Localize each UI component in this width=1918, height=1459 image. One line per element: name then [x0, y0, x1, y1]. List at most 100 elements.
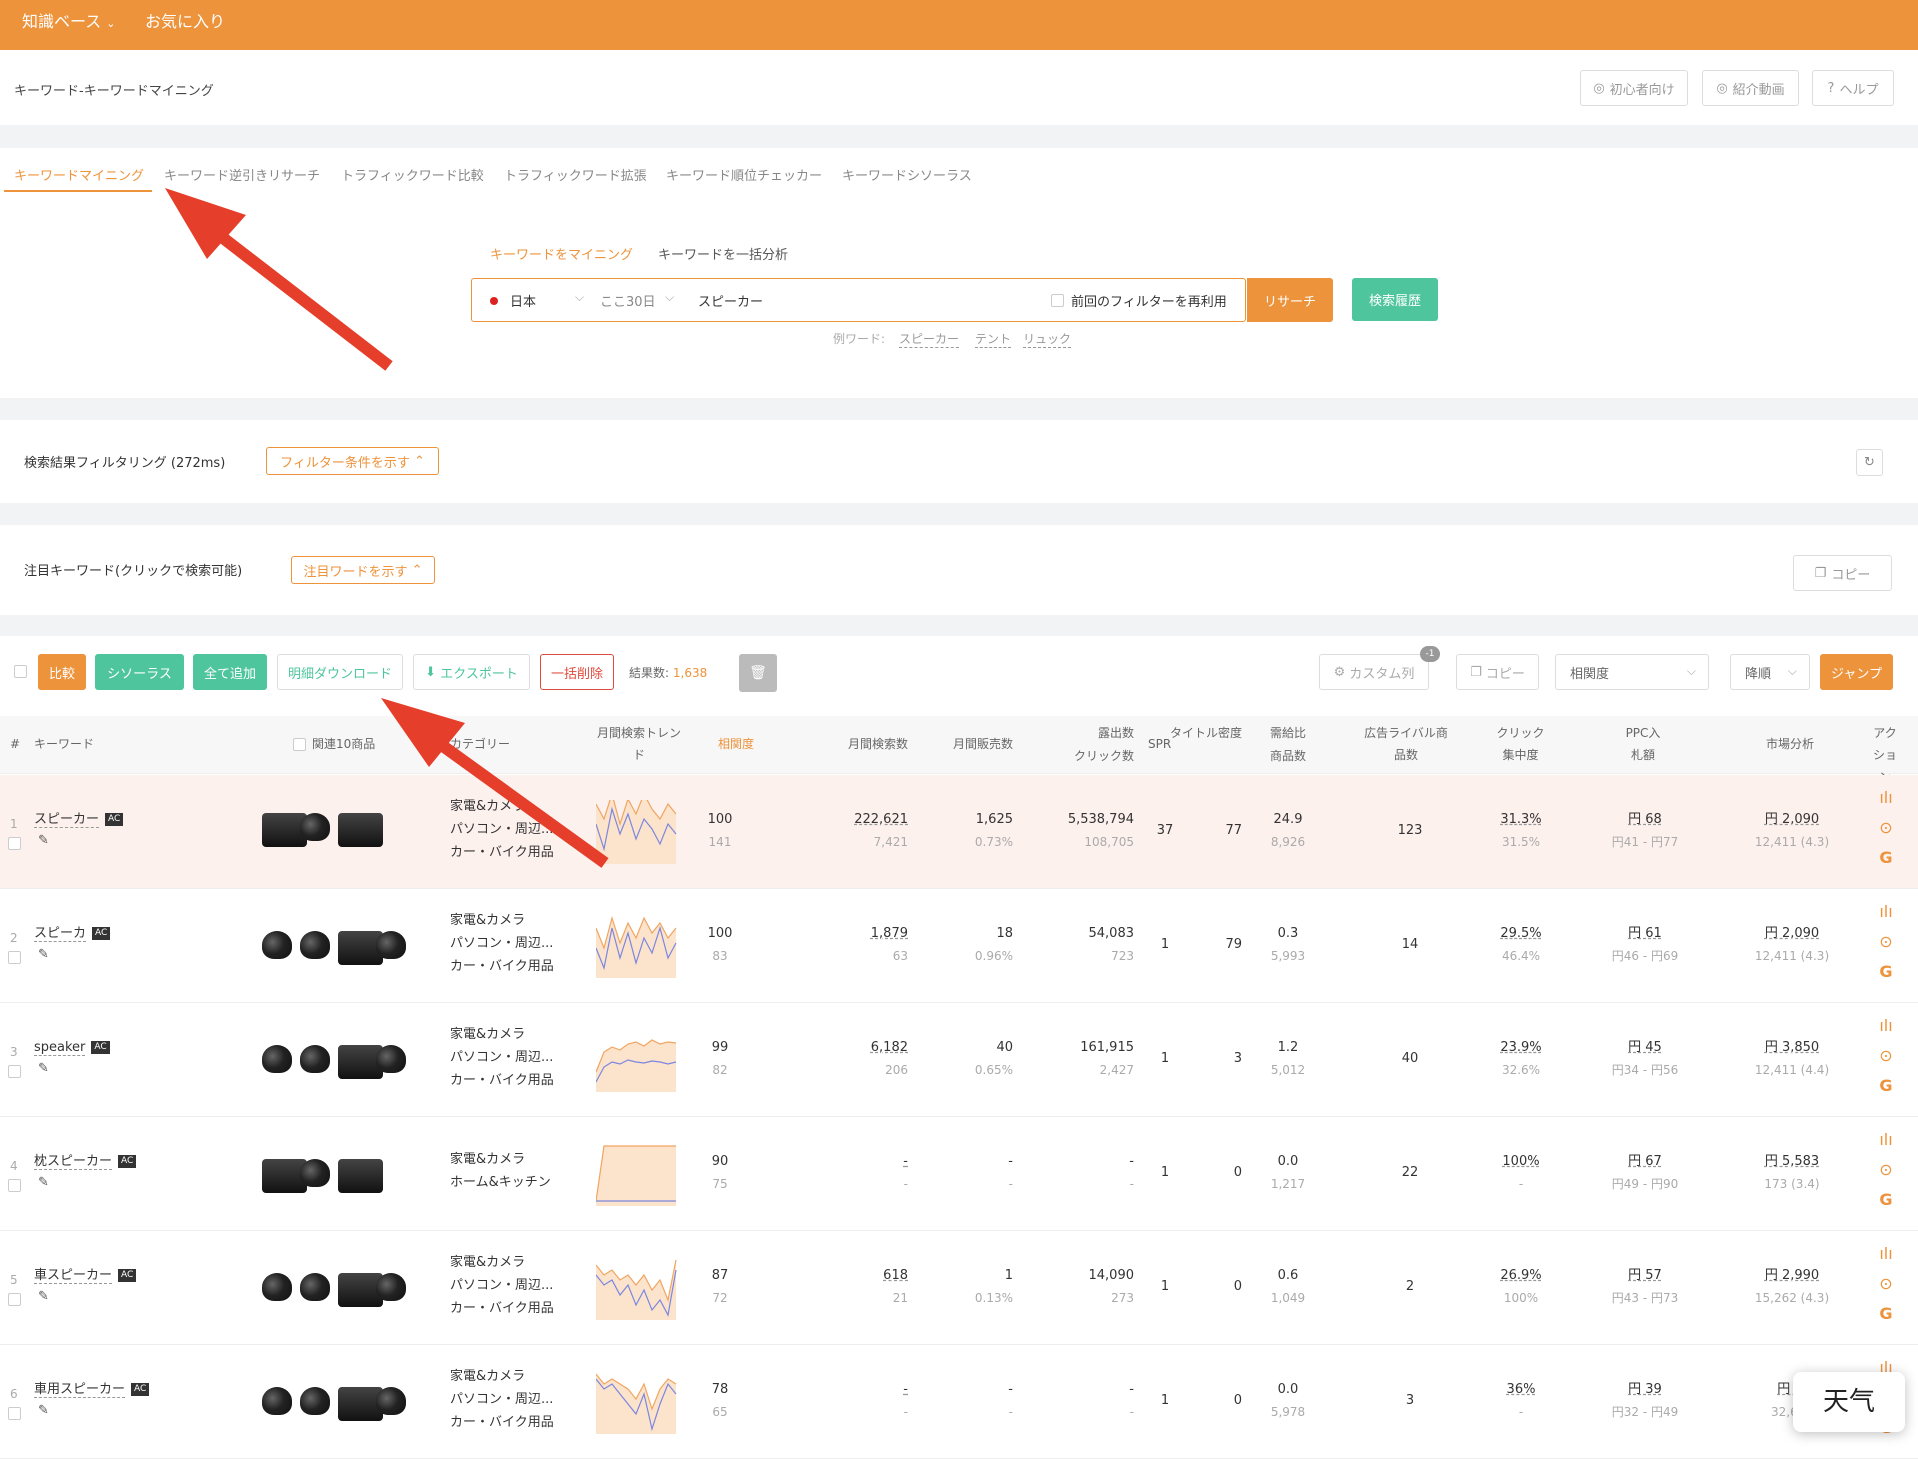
edit-icon[interactable]: ✎ [38, 829, 49, 852]
product-thumbnail[interactable] [338, 813, 383, 847]
nav-favorites[interactable]: お気に入り [145, 8, 225, 32]
tab-thesaurus[interactable]: キーワードシソーラス [842, 165, 972, 184]
col-monthly-sales[interactable]: 月間販売数 [930, 733, 1013, 755]
tab-traffic-compare[interactable]: トラフィックワード比較 [341, 165, 484, 184]
subtab-mining[interactable]: キーワードをマイニング [490, 244, 633, 263]
google-icon[interactable]: G [1873, 1299, 1899, 1329]
more-circle-icon[interactable]: ⊙ [1873, 813, 1899, 843]
row-checkbox[interactable] [8, 1179, 21, 1192]
research-button[interactable]: リサーチ [1247, 278, 1333, 322]
product-thumbnail[interactable] [262, 1273, 292, 1301]
row-checkbox[interactable] [8, 1065, 21, 1078]
bar-chart-icon[interactable]: ılı [1873, 783, 1899, 813]
google-icon[interactable]: G [1873, 957, 1899, 987]
keyword-cell[interactable]: スピーカー AC [34, 808, 124, 831]
col-clicks[interactable]: クリック数 [1050, 745, 1134, 767]
col-exposure[interactable]: 露出数 [1050, 722, 1134, 744]
edit-icon[interactable]: ✎ [38, 1057, 49, 1080]
beginner-button[interactable]: ◎ 初心者向け [1580, 70, 1688, 106]
more-circle-icon[interactable]: ⊙ [1873, 1269, 1899, 1299]
tab-reverse-research[interactable]: キーワード逆引きリサーチ [164, 165, 320, 184]
detail-download-button[interactable]: 明細ダウンロード [277, 654, 403, 690]
product-thumbnail[interactable] [338, 1159, 383, 1193]
reuse-filter-checkbox[interactable] [1051, 294, 1064, 307]
filter-toggle-button[interactable]: フィルター条件を示す ⌃ [266, 447, 439, 475]
product-thumbnail[interactable] [262, 1045, 292, 1073]
product-thumbnail[interactable] [300, 1273, 330, 1301]
notable-copy-button[interactable]: ❐ コピー [1793, 555, 1892, 591]
more-circle-icon[interactable]: ⊙ [1873, 927, 1899, 957]
copy-button[interactable]: ❐ コピー [1456, 654, 1539, 690]
tab-keyword-mining[interactable]: キーワードマイニング [14, 165, 144, 184]
period-select[interactable]: ここ30日 [600, 291, 656, 310]
product-thumbnail[interactable] [300, 1387, 330, 1415]
bar-chart-icon[interactable]: ılı [1873, 1239, 1899, 1269]
col-spr[interactable]: SPR [1148, 733, 1171, 755]
compare-button[interactable]: 比較 [38, 654, 86, 690]
col-supply-ratio[interactable]: 需給比 [1258, 722, 1318, 744]
col-click-concentration[interactable]: クリック集中度 [1495, 722, 1546, 766]
help-button[interactable]: ? ヘルプ [1812, 70, 1894, 106]
refresh-icon[interactable]: ↻ [1856, 449, 1883, 476]
related-select-checkbox[interactable] [293, 738, 306, 751]
keyword-cell[interactable]: 車用スピーカー AC [34, 1378, 150, 1401]
keyword-cell[interactable]: speaker AC [34, 1036, 110, 1059]
product-thumbnail[interactable] [376, 1045, 406, 1073]
bar-chart-icon[interactable]: ılı [1873, 1125, 1899, 1155]
tab-rank-checker[interactable]: キーワード順位チェッカー [666, 165, 822, 184]
keyword-text[interactable]: スピーカ [34, 926, 87, 942]
notable-toggle-button[interactable]: 注目ワードを示す ⌃ [291, 556, 435, 584]
keyword-cell[interactable]: スピーカ AC [34, 922, 111, 945]
product-thumbnail[interactable] [300, 931, 330, 959]
trash-icon[interactable]: 🗑 [739, 654, 777, 692]
product-thumbnail[interactable] [300, 1045, 330, 1073]
google-icon[interactable]: G [1873, 1071, 1899, 1101]
weather-tooltip[interactable]: 天气 [1793, 1372, 1905, 1432]
col-monthly-search[interactable]: 月間検索数 [826, 733, 908, 755]
edit-icon[interactable]: ✎ [38, 1399, 49, 1422]
keyword-text[interactable]: スピーカー [34, 812, 100, 828]
more-circle-icon[interactable]: ⊙ [1873, 1041, 1899, 1071]
col-ad-rivals[interactable]: 広告ライバル商品数 [1361, 722, 1451, 766]
add-all-button[interactable]: 全て追加 [193, 654, 267, 690]
product-thumbnail[interactable] [262, 931, 292, 959]
product-thumbnail[interactable] [376, 1387, 406, 1415]
col-ppc[interactable]: PPC入札額 [1622, 722, 1664, 766]
example-link[interactable]: テント [975, 330, 1012, 348]
col-products[interactable]: 商品数 [1258, 745, 1318, 767]
edit-icon[interactable]: ✎ [38, 1171, 49, 1194]
keyword-text[interactable]: 枕スピーカー [34, 1154, 113, 1170]
example-link[interactable]: スピーカー [899, 330, 960, 348]
google-icon[interactable]: G [1873, 843, 1899, 873]
col-title-density[interactable]: タイトル密度 [1170, 722, 1242, 744]
export-button[interactable]: ⬇ エクスポート [413, 654, 530, 690]
thesaurus-button[interactable]: シソーラス [95, 654, 184, 690]
keyword-cell[interactable]: 車スピーカー AC [34, 1264, 137, 1287]
subtab-bulk[interactable]: キーワードを一括分析 [658, 244, 788, 263]
custom-columns-button[interactable]: ⚙ カスタム列 [1319, 654, 1429, 690]
row-checkbox[interactable] [8, 951, 21, 964]
product-thumbnail[interactable] [300, 813, 330, 841]
tab-traffic-expand[interactable]: トラフィックワード拡張 [504, 165, 647, 184]
bar-chart-icon[interactable]: ılı [1873, 1011, 1899, 1041]
row-checkbox[interactable] [8, 1407, 21, 1420]
keyword-text[interactable]: speaker [34, 1040, 86, 1056]
edit-icon[interactable]: ✎ [38, 1285, 49, 1308]
search-input[interactable]: スピーカー [698, 291, 763, 310]
product-thumbnail[interactable] [376, 931, 406, 959]
intro-video-button[interactable]: ◎ 紹介動画 [1702, 70, 1799, 106]
sort-field-select[interactable]: 相関度 ⌵ [1555, 654, 1709, 690]
keyword-cell[interactable]: 枕スピーカー AC [34, 1150, 137, 1173]
jump-button[interactable]: ジャンプ [1820, 654, 1893, 690]
google-icon[interactable]: G [1873, 1185, 1899, 1215]
edit-icon[interactable]: ✎ [38, 943, 49, 966]
row-checkbox[interactable] [8, 1293, 21, 1306]
bulk-delete-button[interactable]: 一括削除 [540, 654, 614, 690]
example-link[interactable]: リュック [1023, 330, 1072, 348]
bar-chart-icon[interactable]: ılı [1873, 897, 1899, 927]
select-all-checkbox[interactable] [14, 665, 27, 678]
search-history-button[interactable]: 検索履歴 [1352, 278, 1438, 321]
row-checkbox[interactable] [8, 837, 21, 850]
nav-knowledge-base[interactable]: 知識ベース ⌄ [22, 8, 116, 32]
product-thumbnail[interactable] [262, 1387, 292, 1415]
